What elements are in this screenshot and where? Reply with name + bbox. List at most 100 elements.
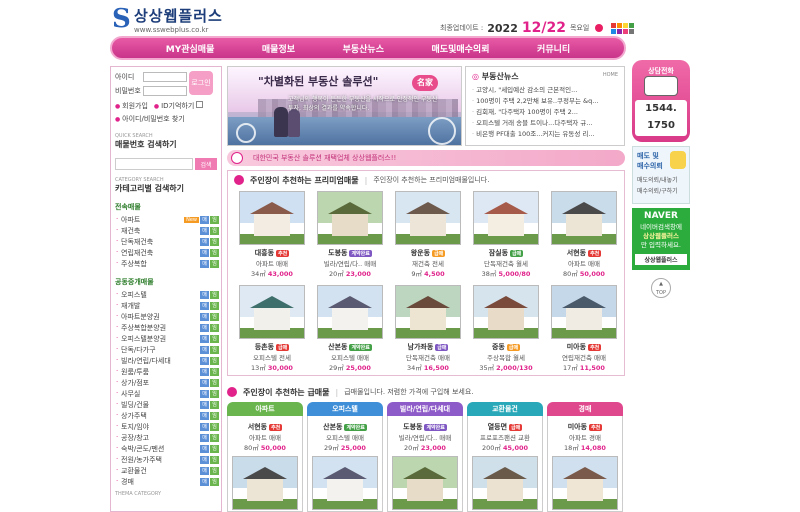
sale-badge-button[interactable]: 매 xyxy=(200,248,209,257)
category-item[interactable]: 단독재건축매임 xyxy=(115,236,219,247)
urgent-tab-label[interactable]: 오피스텔 xyxy=(307,402,383,416)
news-item[interactable]: 비은행 PF대출 100조...커지는 유동성 리... xyxy=(472,129,622,140)
premium-listing-card[interactable]: 왕운동 급매 재건축 전세 9㎡ 4,500 xyxy=(392,191,464,278)
urgent-listing-card[interactable]: 서현동 추천 아파트 매매 80㎡ 50,000 xyxy=(227,416,303,512)
scroll-top-button[interactable]: ▲ TOP xyxy=(651,278,671,298)
rent-badge-button[interactable]: 임 xyxy=(210,422,219,431)
property-photo[interactable] xyxy=(472,456,538,510)
sale-badge-button[interactable]: 매 xyxy=(200,433,209,442)
premium-listing-card[interactable]: 산본동 계약완료 오피스텔 매매 29㎡ 25,000 xyxy=(314,285,386,372)
urgent-tab-label[interactable]: 빌라/연립/다세대 xyxy=(387,402,463,416)
rent-badge-button[interactable]: 임 xyxy=(210,301,219,310)
category-item[interactable]: 상가주택매임 xyxy=(115,410,219,421)
premium-listing-card[interactable]: 중동 급매 주상복합 월세 35㎡ 2,000/130 xyxy=(470,285,542,372)
sell-request-link[interactable]: 매도의뢰/내놓기 xyxy=(637,175,685,184)
property-photo[interactable] xyxy=(392,456,458,510)
premium-listing-card[interactable]: 서현동 추천 아파트 매매 80㎡ 50,000 xyxy=(548,191,620,278)
category-item[interactable]: 오피스텔매임 xyxy=(115,289,219,300)
property-photo[interactable] xyxy=(317,285,383,339)
property-photo[interactable] xyxy=(312,456,378,510)
site-logo[interactable]: S 상상웹플러스 www.sswebplus.co.kr xyxy=(112,6,232,36)
category-item[interactable]: 원룸/투룸매임 xyxy=(115,366,219,377)
sale-badge-button[interactable]: 매 xyxy=(200,323,209,332)
category-item[interactable]: 숙박/콘도/펜션매임 xyxy=(115,443,219,454)
property-photo[interactable] xyxy=(552,456,618,510)
quick-search-button[interactable]: 검색 xyxy=(195,158,217,170)
naver-search-box[interactable]: NAVER 네이버검색창에 상상웹플러스 만 입력하세요. 상상웹플러스 xyxy=(632,208,690,270)
sale-badge-button[interactable]: 매 xyxy=(200,345,209,354)
color-swatch[interactable] xyxy=(629,28,635,34)
rent-badge-button[interactable]: 임 xyxy=(210,477,219,486)
sale-badge-button[interactable]: 매 xyxy=(200,226,209,235)
rent-badge-button[interactable]: 임 xyxy=(210,334,219,343)
category-item[interactable]: 교환물건매임 xyxy=(115,465,219,476)
sale-badge-button[interactable]: 매 xyxy=(200,259,209,268)
property-photo[interactable] xyxy=(473,191,539,245)
category-item[interactable]: 단독/다가구매임 xyxy=(115,344,219,355)
rent-badge-button[interactable]: 임 xyxy=(210,248,219,257)
sale-badge-button[interactable]: 매 xyxy=(200,215,209,224)
category-item[interactable]: 전원/농가주택매임 xyxy=(115,454,219,465)
category-item[interactable]: 상가/점포매임 xyxy=(115,377,219,388)
category-item[interactable]: 경매매임 xyxy=(115,476,219,487)
rent-badge-button[interactable]: 임 xyxy=(210,345,219,354)
property-photo[interactable] xyxy=(232,456,298,510)
find-account-link[interactable]: 아이디/비밀번호 찾기 xyxy=(115,114,221,124)
category-item[interactable]: 주상복합매임 xyxy=(115,258,219,269)
rent-badge-button[interactable]: 임 xyxy=(210,411,219,420)
category-item[interactable]: 토지/임야매임 xyxy=(115,421,219,432)
property-photo[interactable] xyxy=(473,285,539,339)
category-item[interactable]: 아파트New매임 xyxy=(115,214,219,225)
color-swatch[interactable] xyxy=(617,28,623,34)
category-item[interactable]: 빌딩/건물매임 xyxy=(115,399,219,410)
property-photo[interactable] xyxy=(551,191,617,245)
urgent-listing-card[interactable]: 산본동 계약완료 오피스텔 매매 29㎡ 25,000 xyxy=(307,416,383,512)
rent-badge-button[interactable]: 임 xyxy=(210,367,219,376)
property-photo[interactable] xyxy=(317,191,383,245)
rent-badge-button[interactable]: 임 xyxy=(210,389,219,398)
premium-listing-card[interactable]: 등촌동 급매 오피스텔 전세 13㎡ 30,000 xyxy=(236,285,308,372)
password-input[interactable] xyxy=(143,86,187,96)
premium-listing-card[interactable]: 미아동 추천 연립재건축 매매 17㎡ 11,500 xyxy=(548,285,620,372)
category-item[interactable]: 사무실매임 xyxy=(115,388,219,399)
color-swatch[interactable] xyxy=(611,22,617,28)
sale-badge-button[interactable]: 매 xyxy=(200,466,209,475)
remember-id-checkbox[interactable] xyxy=(196,101,204,108)
id-input[interactable] xyxy=(143,72,187,82)
rent-badge-button[interactable]: 임 xyxy=(210,323,219,332)
nav-item[interactable]: 매도및매수의뢰 xyxy=(432,42,490,55)
premium-listing-card[interactable]: 대흥동 추천 아파트 매매 34㎡ 43,000 xyxy=(236,191,308,278)
rent-badge-button[interactable]: 임 xyxy=(210,312,219,321)
sale-badge-button[interactable]: 매 xyxy=(200,378,209,387)
urgent-listing-card[interactable]: 미아동 추천 아파트 경매 18㎡ 14,080 xyxy=(547,416,623,512)
sale-badge-button[interactable]: 매 xyxy=(200,444,209,453)
ticker-text[interactable]: 대한민국 부동산 솔루션 재택업체 상상웹플러스!! xyxy=(253,153,396,163)
sale-badge-button[interactable]: 매 xyxy=(200,312,209,321)
sale-badge-button[interactable]: 매 xyxy=(200,455,209,464)
sale-badge-button[interactable]: 매 xyxy=(200,389,209,398)
sale-badge-button[interactable]: 매 xyxy=(200,290,209,299)
rent-badge-button[interactable]: 임 xyxy=(210,290,219,299)
news-item[interactable]: 김회재, "다주택자 100명이 주택 2... xyxy=(472,107,622,118)
category-item[interactable]: 아파트분양권매임 xyxy=(115,311,219,322)
rent-badge-button[interactable]: 임 xyxy=(210,356,219,365)
sale-badge-button[interactable]: 매 xyxy=(200,400,209,409)
category-item[interactable]: 공장/창고매임 xyxy=(115,432,219,443)
sale-badge-button[interactable]: 매 xyxy=(200,301,209,310)
rent-badge-button[interactable]: 임 xyxy=(210,226,219,235)
nav-item[interactable]: 매물정보 xyxy=(262,42,295,55)
category-item[interactable]: 빌라/연립/다세대매임 xyxy=(115,355,219,366)
property-photo[interactable] xyxy=(239,285,305,339)
premium-listing-card[interactable]: 남가좌동 급매 단독재건축 매매 34㎡ 16,500 xyxy=(392,285,464,372)
premium-listing-card[interactable]: 잠실동 급매 단독재건축 월세 38㎡ 5,000/80 xyxy=(470,191,542,278)
property-photo[interactable] xyxy=(551,285,617,339)
phone-consult-box[interactable]: 상담전화 1544. 1750 xyxy=(632,60,690,142)
urgent-tab-label[interactable]: 경매 xyxy=(547,402,623,416)
property-photo[interactable] xyxy=(239,191,305,245)
sale-badge-button[interactable]: 매 xyxy=(200,411,209,420)
property-photo[interactable] xyxy=(395,191,461,245)
news-home-link[interactable]: HOME xyxy=(603,72,618,78)
rent-badge-button[interactable]: 임 xyxy=(210,466,219,475)
rent-badge-button[interactable]: 임 xyxy=(210,400,219,409)
rent-badge-button[interactable]: 임 xyxy=(210,444,219,453)
